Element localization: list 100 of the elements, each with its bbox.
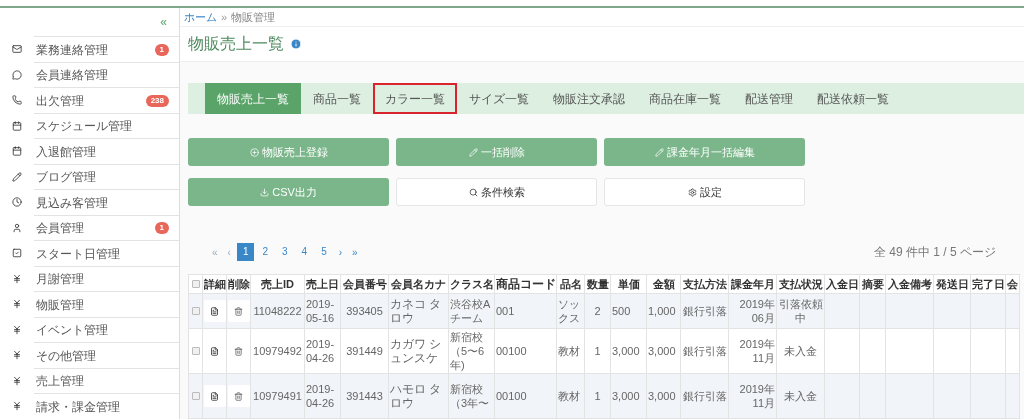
sidebar-item[interactable]: スタート日管理 [34, 240, 179, 266]
column-header: 発送日 [933, 274, 971, 294]
table-cell: 3,000 [646, 328, 681, 374]
table-cell: 1 [584, 328, 611, 374]
table-cell: ハモロ タロウ [388, 373, 449, 419]
pencil-icon [468, 147, 478, 157]
table-cell: 未入金 [776, 373, 825, 419]
sidebar-item[interactable]: ブログ管理 [34, 163, 179, 190]
page-link[interactable]: 3 [276, 243, 294, 261]
tab[interactable]: 商品在庫一覧 [637, 83, 733, 114]
column-header: 金額 [646, 274, 681, 294]
detail-button[interactable] [203, 300, 226, 322]
yen-icon [12, 350, 22, 361]
column-header: 課金年月 [728, 274, 777, 294]
tab[interactable]: カラー一覧 [373, 83, 457, 114]
tab[interactable]: 商品一覧 [301, 83, 373, 114]
table-cell: 10979492 [250, 328, 305, 374]
phone-icon [12, 95, 22, 106]
sidebar-item[interactable]: 会員管理 1 [34, 214, 179, 241]
table-cell: カガワ シュンスケ [388, 328, 449, 374]
tab[interactable]: 配送管理 [733, 83, 805, 114]
table-cell: 00100 [494, 328, 557, 374]
calendar-icon [12, 146, 22, 157]
table-cell: 2019-05-16 [304, 293, 341, 329]
breadcrumb-link[interactable]: ホーム [184, 8, 217, 26]
table-cell: 銀行引落 [680, 328, 729, 374]
trash-icon [234, 346, 243, 356]
table-cell: カネコ タロウ [388, 293, 449, 329]
table-cell: 391443 [340, 373, 389, 419]
yen-icon [12, 324, 22, 335]
chat-icon [12, 69, 22, 80]
page-link[interactable]: 1 [236, 243, 255, 261]
table-cell: 2019年11月 [728, 373, 777, 419]
table-cell: 00100 [494, 373, 557, 419]
column-header: 品名 [556, 274, 585, 294]
tab[interactable]: サイズ一覧 [457, 83, 541, 114]
last-page-link[interactable]: » [348, 244, 362, 260]
sidebar-item[interactable]: 入退館管理 [34, 138, 179, 164]
table-cell: 3,000 [610, 373, 647, 419]
sidebar-item[interactable]: 売上管理 [34, 367, 179, 394]
table-cell: 銀行引落 [680, 293, 729, 329]
user-icon [12, 222, 22, 233]
page-link[interactable]: 2 [256, 243, 275, 261]
clock-icon [12, 197, 22, 208]
table-cell: 2 [584, 293, 611, 329]
sidebar-item[interactable]: スケジュール管理 [34, 112, 179, 139]
settings-icon [687, 187, 697, 197]
sidebar-item[interactable]: 出欠管理 238 [34, 87, 179, 113]
page-link[interactable]: 5 [315, 243, 333, 261]
table-cell: 新宿校（3年〜 [448, 373, 495, 419]
sidebar-item[interactable]: 見込み客管理 [34, 189, 179, 215]
calendar-icon [12, 120, 22, 131]
checkbox[interactable] [191, 346, 200, 355]
table-cell: 未入金 [776, 328, 825, 374]
sidebar-item[interactable]: 物販管理 [34, 291, 179, 317]
sidebar-item[interactable]: イベント管理 [34, 316, 179, 343]
tab[interactable]: 物販注文承認 [541, 83, 637, 114]
tab[interactable]: 配送依頼一覧 [805, 83, 901, 114]
checkbox[interactable] [191, 306, 200, 315]
table-cell: 2019-04-26 [304, 328, 341, 374]
detail-button[interactable] [203, 385, 226, 407]
column-header: 商品コード [494, 274, 557, 294]
trash-icon [234, 391, 243, 401]
table-cell: 001 [494, 293, 557, 329]
pencil-icon [654, 147, 664, 157]
page-link[interactable]: 4 [295, 243, 314, 261]
sidebar-item[interactable]: その他管理 [34, 342, 179, 368]
delete-button[interactable] [227, 385, 250, 407]
sidebar-item[interactable]: 会員連絡管理 [34, 61, 179, 88]
page-summary: 全 49 件中 1 / 5 ページ [873, 244, 996, 261]
pencil-icon [12, 171, 22, 182]
delete-button[interactable] [227, 300, 250, 322]
count-badge: 1 [154, 43, 169, 56]
sidebar-item[interactable]: 業務連絡管理 1 [34, 36, 179, 62]
action-button[interactable]: 設定 [604, 178, 805, 206]
yen-icon [12, 401, 22, 412]
column-header: 削除 [226, 274, 251, 294]
column-header: 完了日 [970, 274, 1006, 294]
checkbox[interactable] [191, 279, 200, 288]
document-icon [210, 306, 219, 316]
table-cell: 新宿校（5〜6年) [448, 328, 495, 374]
checkbox[interactable] [191, 391, 200, 400]
breadcrumb-current: 物販管理 [231, 9, 276, 25]
column-header: 売上ID [250, 274, 305, 294]
table-cell: 1 [584, 373, 611, 419]
table-cell: 393405 [340, 293, 389, 329]
table-cell: 銀行引落 [680, 373, 729, 419]
mail-icon [12, 44, 22, 55]
info-icon[interactable] [290, 37, 302, 50]
yen-icon [12, 273, 22, 284]
table-cell: 2019年11月 [728, 328, 777, 374]
sidebar-item[interactable]: 月謝管理 [34, 265, 179, 292]
breadcrumb-separator: » [221, 9, 228, 25]
page-title: 物販売上一覧 [188, 33, 284, 54]
action-button[interactable]: 条件検索 [396, 178, 597, 206]
sidebar-item[interactable]: 請求・課金管理 [34, 393, 179, 419]
next-page-link[interactable]: › [334, 244, 347, 260]
column-header: 単価 [610, 274, 647, 294]
column-header: 会員名カナ [388, 274, 449, 294]
table-cell: ソックス [556, 293, 585, 329]
